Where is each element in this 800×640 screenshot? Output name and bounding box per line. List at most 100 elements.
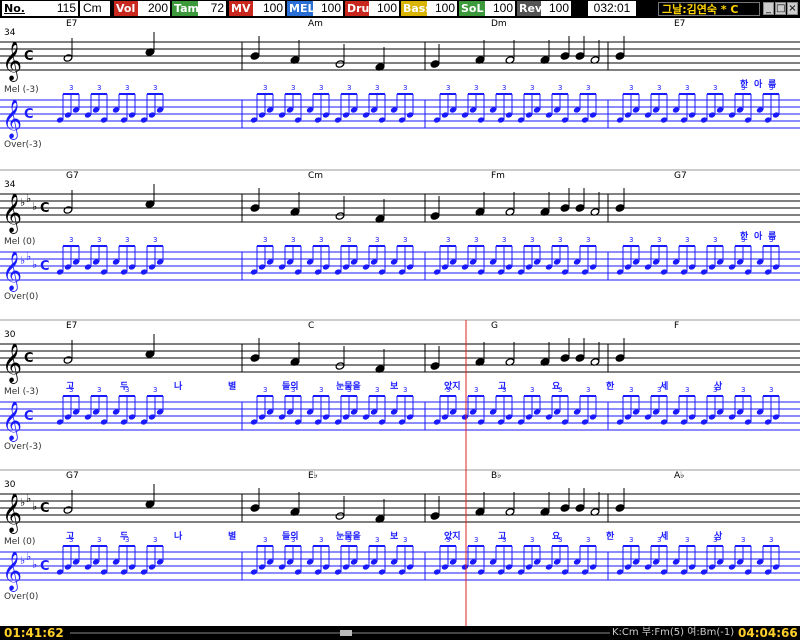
treble-clef-icon: 𝄞: [2, 99, 22, 140]
triplet-mark: 3: [153, 236, 157, 244]
triplet-mark: 3: [403, 386, 407, 394]
time-signature: C: [40, 501, 50, 516]
chord-symbol: G7: [66, 471, 79, 481]
chord-symbol: C: [308, 321, 314, 331]
lyric-syllable: 별: [228, 380, 236, 392]
minimize-icon[interactable]: _: [763, 2, 774, 15]
close-icon[interactable]: ×: [787, 2, 798, 15]
rev-value[interactable]: 100: [541, 1, 571, 16]
treble-clef-icon: 𝄞: [2, 343, 22, 384]
flat-icon: ♭: [32, 200, 37, 213]
lyric-syllable: 별: [228, 530, 236, 542]
lyric-syllable: 보: [390, 531, 399, 542]
time-signature: C: [24, 49, 34, 64]
triplet-mark: 3: [403, 236, 407, 244]
triplet-mark: 3: [347, 84, 351, 92]
chord-symbol: E♭: [308, 471, 318, 481]
tempo-mark: 30: [4, 480, 16, 490]
tempo-value[interactable]: 72: [198, 1, 226, 16]
flat-icon: ♭: [26, 192, 31, 205]
triplet-mark: 3: [629, 536, 633, 544]
flat-icon: ♭: [26, 492, 31, 505]
triplet-mark: 3: [291, 236, 295, 244]
bass-value[interactable]: 100: [427, 1, 457, 16]
flat-icon: ♭: [32, 258, 37, 271]
elapsed-time: 01:41:62: [4, 626, 64, 640]
triplet-mark: 3: [403, 536, 407, 544]
position-counter: 032:01: [588, 1, 636, 16]
melody-note: [250, 52, 260, 60]
chord-symbol: Am: [308, 19, 323, 29]
lyric-syllable: 보: [390, 381, 399, 392]
melody-note: [615, 204, 625, 212]
melody-note: [560, 504, 570, 512]
lyric-syllable: 아: [754, 78, 763, 90]
lyric-syllable: 고: [66, 381, 74, 392]
over-transpose-label: Over(0): [4, 292, 38, 302]
progress-thumb[interactable]: [340, 630, 352, 636]
melody-note: [335, 362, 345, 370]
triplet-mark: 3: [530, 84, 534, 92]
chord-symbol: A♭: [674, 471, 684, 481]
flat-icon: ♭: [20, 254, 25, 267]
lyric-syllable: 세: [660, 380, 668, 392]
lyric-syllable: 들의: [282, 530, 299, 542]
lyric-syllable: 눈물을: [336, 531, 361, 542]
triplet-mark: 3: [685, 84, 689, 92]
mel-value[interactable]: 100: [313, 1, 343, 16]
chord-symbol: E7: [66, 19, 77, 29]
lyric-syllable: 눈물을: [336, 381, 361, 392]
mel-transpose-label: Mel (0): [4, 537, 35, 547]
triplet-mark: 3: [347, 236, 351, 244]
lyric-syllable: 두: [120, 531, 128, 542]
triplet-mark: 3: [474, 236, 478, 244]
chord-symbol: E7: [674, 19, 685, 29]
time-signature: C: [40, 259, 50, 274]
chord-symbol: E7: [66, 321, 77, 331]
mel-transpose-label: Mel (-3): [4, 387, 39, 397]
lyric-syllable: 상: [714, 380, 723, 392]
lyric-syllable: 한: [606, 530, 615, 542]
flat-icon: ♭: [26, 250, 31, 263]
triplet-mark: 3: [153, 386, 157, 394]
lyric-syllable: 나: [174, 380, 183, 392]
triplet-mark: 3: [403, 84, 407, 92]
triplet-mark: 3: [263, 236, 267, 244]
melody-note: [430, 212, 440, 220]
mv-value[interactable]: 100: [253, 1, 285, 16]
triplet-mark: 3: [474, 84, 478, 92]
melody-note: [560, 204, 570, 212]
triplet-mark: 3: [713, 84, 717, 92]
song-number[interactable]: 115: [28, 1, 78, 16]
sol-value[interactable]: 100: [485, 1, 515, 16]
chord-symbol: Fm: [491, 171, 505, 181]
triplet-mark: 3: [558, 236, 562, 244]
lyric-syllable: 고: [498, 381, 506, 392]
maximize-icon[interactable]: □: [775, 2, 786, 15]
melody-note: [250, 204, 260, 212]
tempo-mark: 30: [4, 330, 16, 340]
melody-note: [430, 60, 440, 68]
vol-value[interactable]: 200: [138, 1, 170, 16]
triplet-mark: 3: [530, 386, 534, 394]
lyric-syllable: 한: [740, 230, 749, 242]
time-signature: C: [24, 107, 34, 122]
progress-track[interactable]: [70, 630, 610, 636]
triplet-mark: 3: [125, 236, 129, 244]
triplet-mark: 3: [263, 386, 267, 394]
triplet-mark: 3: [375, 84, 379, 92]
over-transpose-label: Over(-3): [4, 442, 42, 452]
triplet-mark: 3: [685, 536, 689, 544]
treble-clef-icon: 𝄞: [2, 401, 22, 442]
song-title: 그날:김연숙 * C: [658, 2, 760, 16]
triplet-mark: 3: [375, 386, 379, 394]
lyric-syllable: 한: [606, 380, 615, 392]
drum-value[interactable]: 100: [369, 1, 399, 16]
melody-note: [615, 354, 625, 362]
triplet-mark: 3: [446, 236, 450, 244]
melody-note: [575, 354, 585, 362]
lyric-syllable: 나: [174, 530, 183, 542]
melody-note: [335, 512, 345, 520]
melody-note: [575, 204, 585, 212]
key-value[interactable]: Cm: [80, 1, 110, 16]
